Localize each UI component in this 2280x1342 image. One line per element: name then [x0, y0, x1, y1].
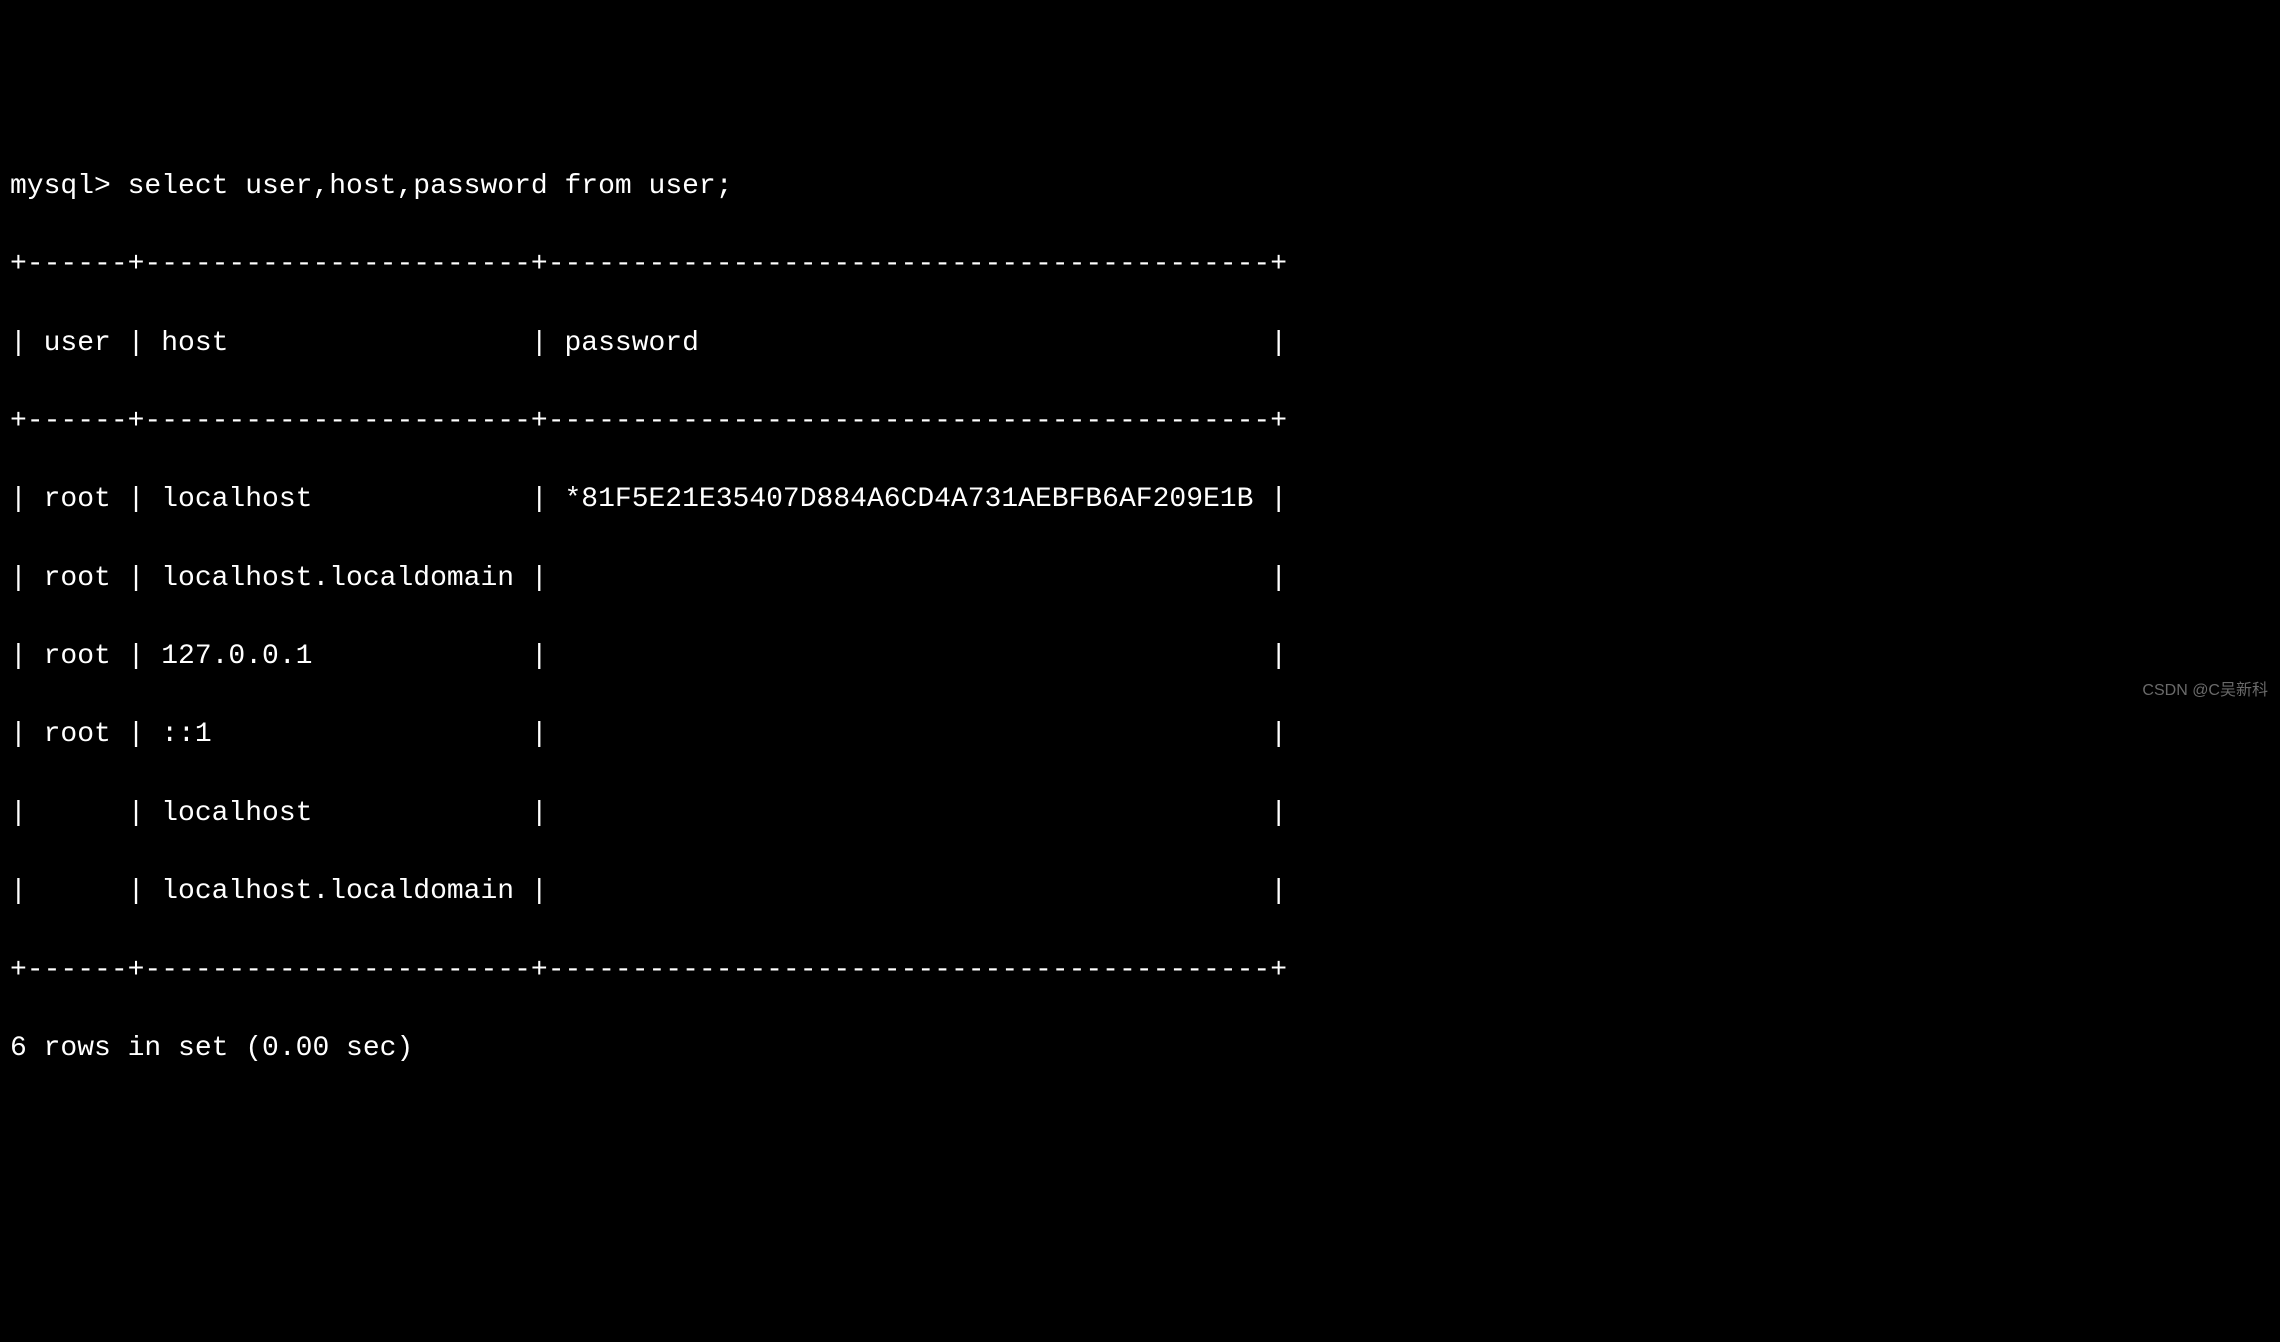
query-line: mysql> select user,host,password from us…: [10, 167, 2280, 206]
result-summary: 6 rows in set (0.00 sec): [10, 1029, 2280, 1068]
table-border-bottom: +------+-----------------------+--------…: [10, 951, 2280, 990]
table-row: | root | localhost | *81F5E21E35407D884A…: [10, 480, 2280, 519]
table-header: | user | host | password |: [10, 324, 2280, 363]
table-row: | | localhost | |: [10, 794, 2280, 833]
table-row: | | localhost.localdomain | |: [10, 872, 2280, 911]
table-row: | root | localhost.localdomain | |: [10, 559, 2280, 598]
mysql-prompt: mysql>: [10, 171, 128, 202]
table-border-top: +------+-----------------------+--------…: [10, 245, 2280, 284]
table-border-mid: +------+-----------------------+--------…: [10, 402, 2280, 441]
sql-query: select user,host,password from user;: [128, 171, 733, 202]
table-row: | root | ::1 | |: [10, 715, 2280, 754]
table-row: | root | 127.0.0.1 | |: [10, 637, 2280, 676]
watermark-text: CSDN @C吴新科: [2142, 680, 2268, 702]
